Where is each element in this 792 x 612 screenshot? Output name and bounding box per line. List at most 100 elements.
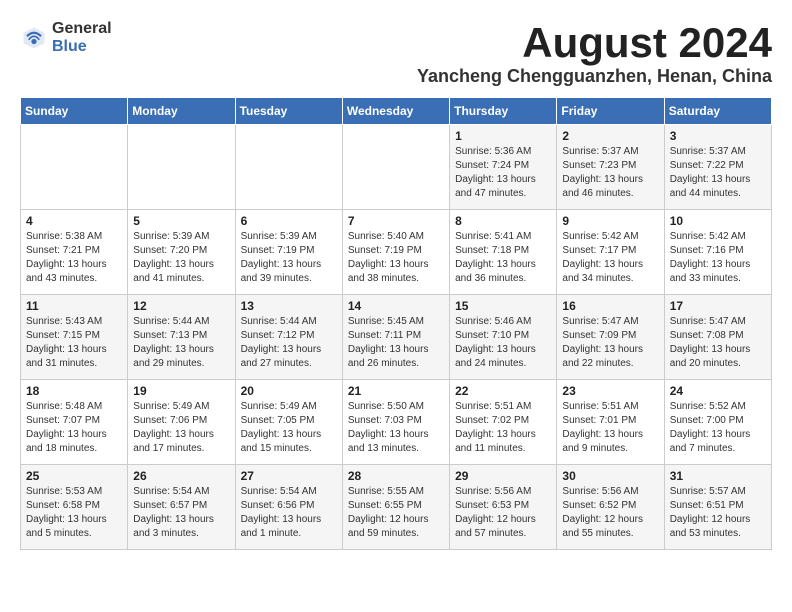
calendar-cell: 2 Sunrise: 5:37 AMSunset: 7:23 PMDaylight… xyxy=(557,125,664,210)
calendar-cell xyxy=(342,125,449,210)
header-wednesday: Wednesday xyxy=(342,98,449,125)
day-number: 3 xyxy=(670,129,766,143)
day-number: 2 xyxy=(562,129,658,143)
week-row-5: 25Sunrise: 5:53 AMSunset: 6:58 PMDayligh… xyxy=(21,465,772,550)
calendar-cell: 1Sunrise: 5:36 AMSunset: 7:24 PMDaylight… xyxy=(450,125,557,210)
calendar-table: Sunday Monday Tuesday Wednesday Thursday… xyxy=(20,97,772,550)
day-info: Sunrise: 5:48 AMSunset: 7:07 PMDaylight:… xyxy=(26,400,122,456)
day-number: 5 xyxy=(133,214,229,228)
day-number: 19 xyxy=(133,384,229,398)
calendar-cell: 24Sunrise: 5:52 AMSunset: 7:00 PMDayligh… xyxy=(664,380,771,465)
calendar-cell xyxy=(128,125,235,210)
day-number: 12 xyxy=(133,299,229,313)
logo-text: General Blue xyxy=(52,20,112,55)
title-section: August 2024 Yancheng Chengguanzhen, Hena… xyxy=(417,20,772,87)
calendar-cell: 7Sunrise: 5:40 AMSunset: 7:19 PMDaylight… xyxy=(342,210,449,295)
logo: General Blue xyxy=(20,20,112,55)
calendar-cell: 8 Sunrise: 5:41 AMSunset: 7:18 PMDaylight… xyxy=(450,210,557,295)
day-number: 24 xyxy=(670,384,766,398)
day-info: Sunrise: 5:39 AMSunset: 7:19 PMDaylight:… xyxy=(241,230,337,286)
calendar-cell: 3 Sunrise: 5:37 AMSunset: 7:22 PMDaylight… xyxy=(664,125,771,210)
calendar-cell: 13 Sunrise: 5:44 AMSunset: 7:12 PMDayligh… xyxy=(235,295,342,380)
day-info: Sunrise: 5:43 AMSunset: 7:15 PMDaylight:… xyxy=(26,315,122,371)
day-info: Sunrise: 5:56 AMSunset: 6:53 PMDaylight:… xyxy=(455,485,551,541)
calendar-cell: 9Sunrise: 5:42 AMSunset: 7:17 PMDaylight… xyxy=(557,210,664,295)
day-number: 21 xyxy=(348,384,444,398)
calendar-cell: 6Sunrise: 5:39 AMSunset: 7:19 PMDaylight… xyxy=(235,210,342,295)
calendar-cell: 29 Sunrise: 5:56 AMSunset: 6:53 PMDayligh… xyxy=(450,465,557,550)
calendar-cell: 22Sunrise: 5:51 AMSunset: 7:02 PMDayligh… xyxy=(450,380,557,465)
calendar-header: Sunday Monday Tuesday Wednesday Thursday… xyxy=(21,98,772,125)
calendar-cell: 16Sunrise: 5:47 AMSunset: 7:09 PMDayligh… xyxy=(557,295,664,380)
day-number: 14 xyxy=(348,299,444,313)
day-info: Sunrise: 5:44 AMSunset: 7:12 PMDaylight:… xyxy=(241,315,337,371)
calendar-cell: 30 Sunrise: 5:56 AMSunset: 6:52 PMDayligh… xyxy=(557,465,664,550)
calendar-cell: 23 Sunrise: 5:51 AMSunset: 7:01 PMDayligh… xyxy=(557,380,664,465)
day-number: 23 xyxy=(562,384,658,398)
day-number: 16 xyxy=(562,299,658,313)
day-number: 30 xyxy=(562,469,658,483)
week-row-1: 1Sunrise: 5:36 AMSunset: 7:24 PMDaylight… xyxy=(21,125,772,210)
day-number: 20 xyxy=(241,384,337,398)
calendar-cell: 18 Sunrise: 5:48 AMSunset: 7:07 PMDayligh… xyxy=(21,380,128,465)
calendar-cell xyxy=(21,125,128,210)
calendar-cell: 14 Sunrise: 5:45 AMSunset: 7:11 PMDayligh… xyxy=(342,295,449,380)
day-info: Sunrise: 5:53 AMSunset: 6:58 PMDaylight:… xyxy=(26,485,122,541)
location-title: Yancheng Chengguanzhen, Henan, China xyxy=(417,66,772,87)
month-year-title: August 2024 xyxy=(417,20,772,66)
header-thursday: Thursday xyxy=(450,98,557,125)
calendar-cell: 25Sunrise: 5:53 AMSunset: 6:58 PMDayligh… xyxy=(21,465,128,550)
week-row-3: 11 Sunrise: 5:43 AMSunset: 7:15 PMDayligh… xyxy=(21,295,772,380)
calendar-body: 1Sunrise: 5:36 AMSunset: 7:24 PMDaylight… xyxy=(21,125,772,550)
day-number: 11 xyxy=(26,299,122,313)
calendar-cell: 10Sunrise: 5:42 AMSunset: 7:16 PMDayligh… xyxy=(664,210,771,295)
day-number: 17 xyxy=(670,299,766,313)
calendar-cell: 5 Sunrise: 5:39 AMSunset: 7:20 PMDaylight… xyxy=(128,210,235,295)
day-info: Sunrise: 5:51 AMSunset: 7:01 PMDaylight:… xyxy=(562,400,658,456)
day-info: Sunrise: 5:37 AMSunset: 7:22 PMDaylight:… xyxy=(670,145,766,201)
calendar-cell: 17Sunrise: 5:47 AMSunset: 7:08 PMDayligh… xyxy=(664,295,771,380)
calendar-cell xyxy=(235,125,342,210)
day-info: Sunrise: 5:54 AMSunset: 6:57 PMDaylight:… xyxy=(133,485,229,541)
day-number: 4 xyxy=(26,214,122,228)
calendar-cell: 21 Sunrise: 5:50 AMSunset: 7:03 PMDayligh… xyxy=(342,380,449,465)
calendar-cell: 11 Sunrise: 5:43 AMSunset: 7:15 PMDayligh… xyxy=(21,295,128,380)
day-number: 13 xyxy=(241,299,337,313)
day-info: Sunrise: 5:56 AMSunset: 6:52 PMDaylight:… xyxy=(562,485,658,541)
weekday-row: Sunday Monday Tuesday Wednesday Thursday… xyxy=(21,98,772,125)
calendar-cell: 19Sunrise: 5:49 AMSunset: 7:06 PMDayligh… xyxy=(128,380,235,465)
day-number: 31 xyxy=(670,469,766,483)
day-number: 18 xyxy=(26,384,122,398)
logo-icon xyxy=(20,24,48,52)
day-info: Sunrise: 5:45 AMSunset: 7:11 PMDaylight:… xyxy=(348,315,444,371)
day-info: Sunrise: 5:46 AMSunset: 7:10 PMDaylight:… xyxy=(455,315,551,371)
calendar-cell: 20 Sunrise: 5:49 AMSunset: 7:05 PMDayligh… xyxy=(235,380,342,465)
day-number: 28 xyxy=(348,469,444,483)
day-info: Sunrise: 5:37 AMSunset: 7:23 PMDaylight:… xyxy=(562,145,658,201)
day-info: Sunrise: 5:44 AMSunset: 7:13 PMDaylight:… xyxy=(133,315,229,371)
calendar-cell: 12 Sunrise: 5:44 AMSunset: 7:13 PMDayligh… xyxy=(128,295,235,380)
day-info: Sunrise: 5:49 AMSunset: 7:05 PMDaylight:… xyxy=(241,400,337,456)
day-number: 27 xyxy=(241,469,337,483)
day-info: Sunrise: 5:50 AMSunset: 7:03 PMDaylight:… xyxy=(348,400,444,456)
day-info: Sunrise: 5:39 AMSunset: 7:20 PMDaylight:… xyxy=(133,230,229,286)
day-info: Sunrise: 5:38 AMSunset: 7:21 PMDaylight:… xyxy=(26,230,122,286)
day-info: Sunrise: 5:41 AMSunset: 7:18 PMDaylight:… xyxy=(455,230,551,286)
calendar-cell: 4 Sunrise: 5:38 AMSunset: 7:21 PMDaylight… xyxy=(21,210,128,295)
calendar-cell: 15 Sunrise: 5:46 AMSunset: 7:10 PMDayligh… xyxy=(450,295,557,380)
header-friday: Friday xyxy=(557,98,664,125)
day-info: Sunrise: 5:51 AMSunset: 7:02 PMDaylight:… xyxy=(455,400,551,456)
day-number: 10 xyxy=(670,214,766,228)
day-number: 8 xyxy=(455,214,551,228)
header-saturday: Saturday xyxy=(664,98,771,125)
day-number: 9 xyxy=(562,214,658,228)
logo-blue-text: Blue xyxy=(52,38,112,56)
page-header: General Blue August 2024 Yancheng Chengg… xyxy=(20,20,772,87)
day-info: Sunrise: 5:57 AMSunset: 6:51 PMDaylight:… xyxy=(670,485,766,541)
day-number: 29 xyxy=(455,469,551,483)
logo-general-text: General xyxy=(52,20,112,38)
header-monday: Monday xyxy=(128,98,235,125)
day-number: 7 xyxy=(348,214,444,228)
day-number: 15 xyxy=(455,299,551,313)
calendar-cell: 26Sunrise: 5:54 AMSunset: 6:57 PMDayligh… xyxy=(128,465,235,550)
